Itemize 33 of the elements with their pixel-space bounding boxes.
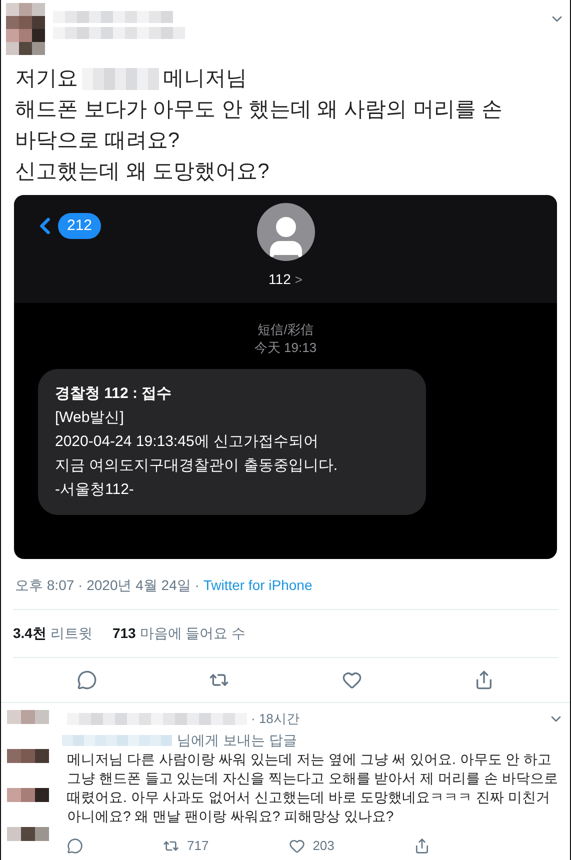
tweet-text: 신고했는데 왜 도망했어요?: [15, 159, 270, 185]
message-line: [Web발신]: [55, 408, 125, 428]
tweet-timestamp: 오후 8:07 · 2020년 4월 24일 ·: [15, 577, 200, 593]
tweet-text: 저기요: [15, 66, 78, 92]
stat-label[interactable]: 마음에 들어요 수: [140, 623, 246, 644]
stat-count: 713: [112, 624, 136, 643]
message-time: 今天 19:13: [254, 339, 317, 357]
source-link[interactable]: Twitter for iPhone: [203, 577, 312, 593]
chevron-right: >: [294, 270, 302, 289]
unread-badge: 212: [58, 213, 102, 239]
replying-to: 님에게 보내는 답글: [177, 730, 297, 750]
reply-text: 메니저님 다른 사람이랑 싸워 있는데 저는 옆에 그냥 써 있어요. 아무도 안 하고 그냥 핸드폰 들고 있는데 자신을 찍는다고 오해를 받아서 제 머리를 손 바닥으로 때렸어요. 아무 사과도 없어서 신고했는데 바로 도망했네요ㅋㅋㅋ 진짜 미친거 아니에요? 왜 맨날 팬이랑 싸워요? 피해망상 있나요?: [67, 750, 559, 826]
reply-icon[interactable]: [67, 838, 83, 854]
stat-label[interactable]: 리트윗: [50, 623, 92, 644]
like-count: 203: [312, 837, 334, 856]
share-icon[interactable]: [414, 838, 430, 854]
like-icon[interactable]: [342, 670, 362, 690]
stat-count: 3.4천: [13, 624, 46, 643]
tweet-text: 바닥으로 때려요?: [15, 128, 181, 154]
message-line: 2020-04-24 19:13:45에 신고가접수되어: [55, 432, 320, 452]
message-service: 短信/彩信: [258, 321, 314, 339]
tweet-text: 메니저님: [163, 66, 247, 92]
blurred-avatar: [6, 3, 45, 55]
like-icon[interactable]: [288, 838, 305, 854]
reply-icon[interactable]: [77, 670, 98, 690]
message-line: -서울청112-: [55, 480, 135, 500]
contact-name: 112: [268, 270, 291, 289]
reply-age: · 18시간: [251, 710, 300, 728]
retweet-count: 717: [187, 837, 209, 856]
message-line: 지금 여의도지구대경찰관이 출동중입니다.: [55, 456, 339, 476]
tweet-text: 해드폰 보다가 아무도 안 했는데 왜 사람의 머리를 손: [15, 97, 504, 123]
share-icon[interactable]: [474, 670, 494, 690]
message-title: 경찰청 112 : 접수: [55, 384, 173, 404]
